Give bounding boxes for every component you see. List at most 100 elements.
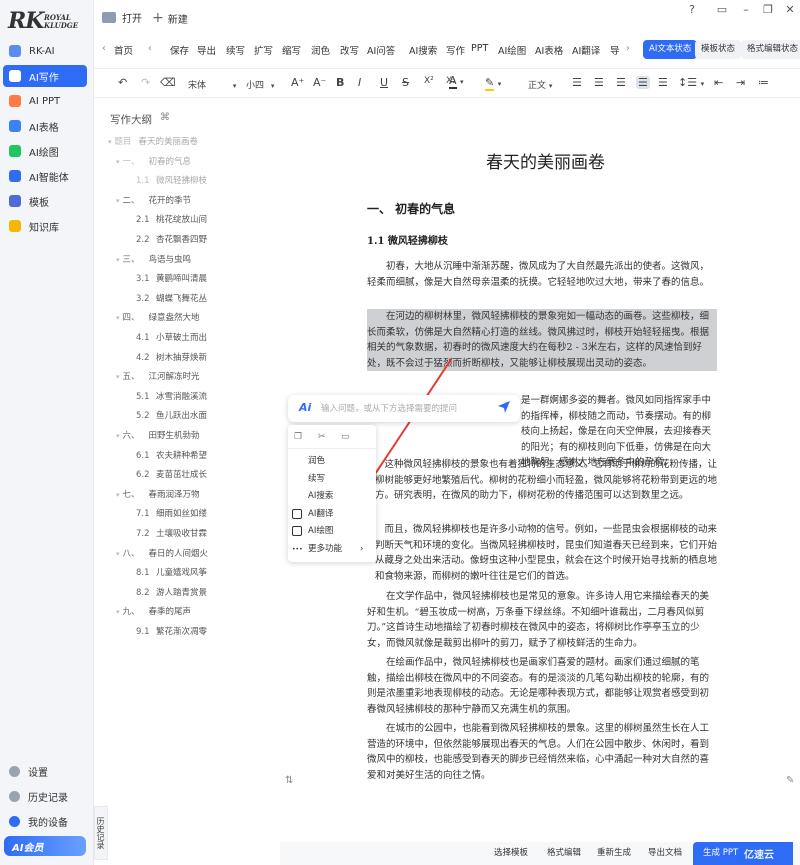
collapse-arrow-icon[interactable]: ▾ [116, 550, 120, 558]
sidebar-item-7[interactable]: 知识库 [3, 215, 87, 237]
collapse-arrow-icon[interactable]: ▾ [108, 138, 112, 146]
align-justify-icon[interactable]: ☰ [636, 76, 650, 89]
collapse-arrow-icon[interactable]: ▾ [116, 256, 120, 264]
align-center-icon[interactable]: ☰ [594, 76, 604, 89]
back-arrow-icon[interactable]: ‹ [102, 43, 106, 54]
outline-item[interactable]: 3.1 黄鹂啼叫清晨 [136, 272, 207, 284]
outline-item[interactable]: 2.1 桃花绽放山间 [136, 213, 207, 225]
outline-item[interactable]: 3.2 蝴蝶飞舞花丛 [136, 292, 207, 304]
edit-pen-icon[interactable]: ✎ [786, 775, 798, 787]
menu-item-0[interactable]: 保存 [170, 43, 189, 57]
highlight-icon[interactable]: ✎ ▾ [485, 76, 501, 91]
history-side-tab[interactable]: 历史记录 [94, 806, 108, 860]
restore-icon[interactable]: ❐ [761, 3, 775, 17]
outline-item[interactable]: 5.2 鱼儿跃出水面 [136, 409, 207, 421]
outline-item[interactable]: 1.1 微风轻拂柳枝 [136, 174, 207, 186]
ai-assistant-icon[interactable]: ⇅ [285, 775, 297, 787]
outline-item[interactable]: 6.2 麦苗茁壮成长 [136, 468, 207, 480]
align-right-icon[interactable]: ☰ [616, 76, 626, 89]
menu-item-13[interactable]: AI翻译 [572, 43, 600, 57]
paste-icon[interactable]: ▭ [341, 432, 350, 442]
sidebar-item-3[interactable]: AI表格 [3, 115, 87, 137]
menu-item-7[interactable]: AI问答 [367, 43, 395, 57]
mode-tab-1[interactable]: 模板状态 [695, 40, 742, 59]
outline-item[interactable]: 8.2 游人踏青赏景 [136, 586, 207, 598]
menu-item-6[interactable]: 改写 [340, 43, 359, 57]
outline-item[interactable]: 6.1 农夫耕种希望 [136, 449, 207, 461]
indent-increase-icon[interactable]: ⇥ [736, 76, 745, 89]
minimize-icon[interactable]: – [739, 3, 753, 17]
superscript-icon[interactable]: X² [424, 76, 434, 86]
redo-icon[interactable]: ↷ [141, 76, 150, 89]
undo-icon[interactable]: ↶ [118, 76, 127, 89]
popup-menu-item-0[interactable]: 润色 [288, 453, 376, 470]
ai-question-input[interactable]: 输入问题，或从下方选择需要的提问 [321, 402, 457, 414]
popup-menu-item-5[interactable]: ••• 更多功能 › [288, 541, 376, 558]
bold-icon[interactable]: B [336, 76, 344, 89]
home-link[interactable]: 首页 [114, 43, 133, 57]
menu-item-5[interactable]: 润色 [311, 43, 330, 57]
menu-item-3[interactable]: 扩写 [254, 43, 273, 57]
collapse-arrow-icon[interactable]: ▾ [116, 314, 120, 322]
outline-item[interactable]: 5.1 冰雪消融溪流 [136, 390, 207, 402]
copy-icon[interactable]: ❐ [294, 432, 302, 442]
collapse-arrow-icon[interactable]: ▾ [116, 197, 120, 205]
close-icon[interactable]: ✕ [783, 3, 797, 17]
popup-menu-item-3[interactable]: AI翻译 [288, 506, 376, 523]
mode-tab-2[interactable]: 格式编辑状态 [741, 40, 800, 59]
sidebar-item-1[interactable]: AI写作 [3, 65, 87, 87]
font-color-icon[interactable]: A ▾ [449, 74, 464, 89]
font-increase-icon[interactable]: A⁺ [291, 76, 304, 89]
sidebar-bottom-item-0[interactable]: 设置 [3, 760, 87, 782]
open-tab[interactable]: 打开 [102, 10, 142, 25]
outline-item[interactable]: 7.2 土壤吸收甘霖 [136, 527, 207, 539]
popup-menu-item-4[interactable]: AI绘图 [288, 523, 376, 540]
generate-ppt-button[interactable]: 生成 PPT [693, 842, 793, 865]
outline-item[interactable]: 7.1 细雨如丝如缕 [136, 507, 207, 519]
outline-item[interactable]: ▾ 九、 春季的尾声 [116, 605, 191, 617]
indent-decrease-icon[interactable]: ⇤ [714, 76, 723, 89]
outline-item[interactable]: ▾ 四、 绿意盎然大地 [116, 311, 200, 323]
vip-button[interactable]: AI会员 [4, 836, 86, 856]
sidebar-bottom-item-2[interactable]: 我的设备 [3, 810, 87, 832]
collapse-arrow-icon[interactable]: ▾ [116, 158, 120, 166]
distributed-align-icon[interactable]: ☰ [658, 76, 668, 89]
collapse-arrow-icon[interactable]: ▾ [116, 608, 120, 616]
outline-item[interactable]: 8.1 儿童嬉戏风筝 [136, 566, 207, 578]
menu-item-14[interactable]: 导 [610, 43, 620, 57]
sidebar-item-5[interactable]: AI智能体 [3, 165, 87, 187]
strikethrough-icon[interactable]: S [402, 76, 409, 89]
cut-icon[interactable]: ✂ [318, 432, 326, 442]
feedback-icon[interactable]: ▭ [715, 3, 729, 17]
new-tab-button[interactable]: + 新建 [152, 10, 188, 26]
outline-item[interactable]: 2.2 杏花飘香四野 [136, 233, 207, 245]
outline-hash-icon[interactable]: ⌘ [160, 112, 170, 123]
font-select[interactable]: 宋体 ▾ [188, 78, 236, 91]
popup-menu-item-1[interactable]: 续写 [288, 471, 376, 488]
sidebar-item-2[interactable]: AI PPT [3, 90, 87, 112]
sidebar-item-6[interactable]: 模板 [3, 190, 87, 212]
outline-item[interactable]: ▾ 五、 江河解冻时光 [116, 370, 200, 382]
sidebar-item-4[interactable]: AI绘图 [3, 140, 87, 162]
menu-item-1[interactable]: 导出 [197, 43, 216, 57]
sidebar-item-0[interactable]: RK-AI [3, 40, 87, 62]
collapse-arrow-icon[interactable]: ▾ [116, 432, 120, 440]
menu-item-12[interactable]: AI表格 [535, 43, 563, 57]
list-icon[interactable]: ≔ [758, 76, 769, 89]
eraser-icon[interactable]: ⌫ [160, 76, 176, 89]
collapse-arrow-icon[interactable]: ▾ [116, 373, 120, 381]
paragraph-style-select[interactable]: 正文 ▾ [528, 78, 552, 91]
menu-item-2[interactable]: 续写 [226, 43, 245, 57]
font-decrease-icon[interactable]: A⁻ [313, 76, 326, 89]
menu-item-10[interactable]: PPT [471, 43, 488, 54]
menu-item-4[interactable]: 缩写 [282, 43, 301, 57]
outline-item[interactable]: 9.1 繁花渐次凋零 [136, 625, 207, 637]
outline-item[interactable]: ▾ 二、 花开的季节 [116, 194, 191, 206]
bottom-button-1[interactable]: 格式编辑 [547, 846, 581, 858]
scroll-right-icon[interactable]: › [626, 43, 630, 54]
underline-icon[interactable]: U [380, 76, 388, 89]
menu-item-9[interactable]: 写作 [446, 43, 465, 57]
collapse-arrow-icon[interactable]: ▾ [116, 491, 120, 499]
outline-item[interactable]: ▾ 八、 春日的人间烟火 [116, 547, 208, 559]
bottom-button-0[interactable]: 选择模板 [494, 846, 528, 858]
